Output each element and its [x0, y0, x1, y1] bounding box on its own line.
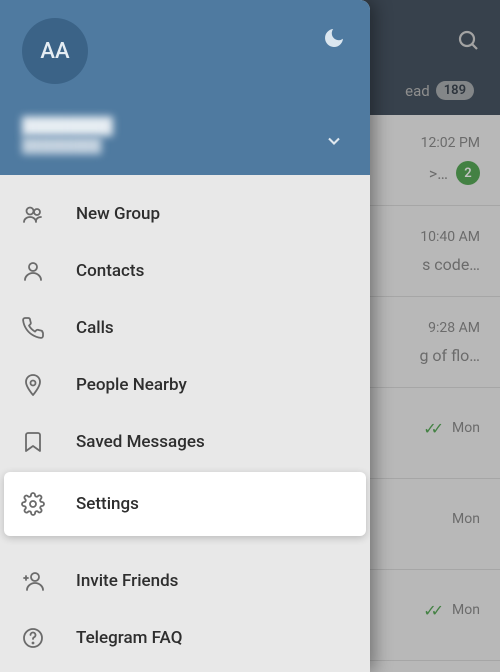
nearby-icon: [20, 373, 46, 397]
menu-item-settings[interactable]: Settings: [4, 472, 366, 536]
menu-item-saved-messages[interactable]: Saved Messages: [0, 413, 370, 470]
user-name: ████████: [22, 115, 113, 137]
menu-item-contacts[interactable]: Contacts: [0, 242, 370, 299]
chevron-down-icon[interactable]: [324, 131, 344, 151]
account-switcher[interactable]: ████████ ████████: [22, 115, 350, 161]
bookmark-icon: [20, 430, 46, 454]
menu-label: Saved Messages: [76, 432, 205, 452]
menu-label: People Nearby: [76, 375, 187, 395]
menu-item-calls[interactable]: Calls: [0, 299, 370, 356]
night-mode-icon[interactable]: [322, 26, 346, 50]
menu-label: Settings: [76, 494, 139, 514]
navigation-drawer: AA ████████ ████████ New Group Contacts …: [0, 0, 370, 672]
menu-item-people-nearby[interactable]: People Nearby: [0, 356, 370, 413]
menu-label: Invite Friends: [76, 571, 178, 591]
person-icon: [20, 259, 46, 283]
gear-icon: [20, 492, 46, 516]
help-icon: [20, 626, 46, 650]
add-person-icon: [20, 569, 46, 593]
group-icon: [20, 202, 46, 226]
menu-item-invite-friends[interactable]: Invite Friends: [0, 552, 370, 609]
user-phone: ████████: [22, 137, 113, 157]
phone-icon: [20, 316, 46, 340]
menu-label: Telegram FAQ: [76, 628, 182, 648]
menu-label: Contacts: [76, 261, 144, 281]
menu-item-new-group[interactable]: New Group: [0, 185, 370, 242]
drawer-header: AA ████████ ████████: [0, 0, 370, 175]
menu-label: New Group: [76, 204, 160, 224]
menu-item-telegram-faq[interactable]: Telegram FAQ: [0, 609, 370, 666]
drawer-menu: New Group Contacts Calls People Nearby S…: [0, 175, 370, 666]
menu-label: Calls: [76, 318, 114, 338]
avatar[interactable]: AA: [22, 18, 88, 84]
